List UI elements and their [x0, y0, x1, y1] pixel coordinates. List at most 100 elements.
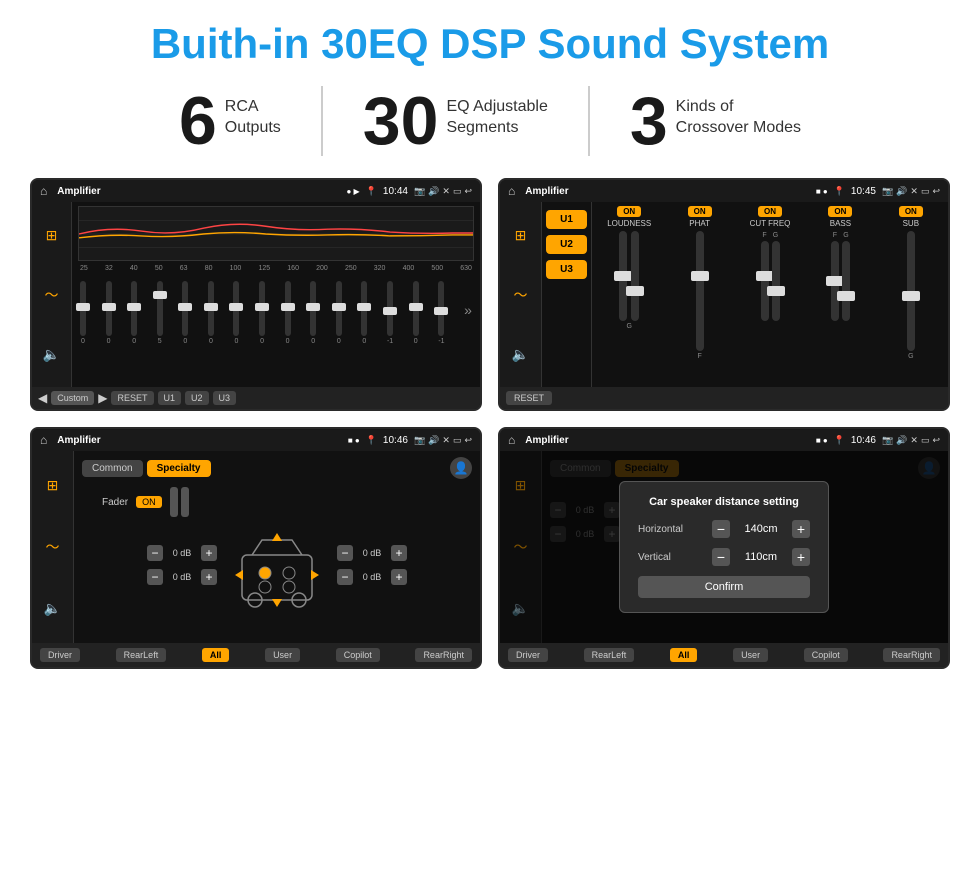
- stat-eq: 30 EQ Adjustable Segments: [323, 87, 588, 155]
- amp-back-icon[interactable]: ↩: [932, 186, 940, 197]
- eq-slider-2: 0: [131, 281, 137, 345]
- cutfreq-on-button[interactable]: ON: [758, 206, 782, 217]
- right-front-val: 0 dB: [357, 548, 387, 558]
- amp-channel-loudness: ON LOUDNESS G: [596, 206, 662, 383]
- eq-expand: »: [464, 302, 472, 318]
- amp-window-icon: ▭: [921, 186, 930, 197]
- eq-freq-labels: 25 32 40 50 63 80 100 125 160 200 250 32…: [78, 265, 474, 272]
- amp-bottom-bar: RESET: [500, 387, 948, 409]
- dist-rearleft-button[interactable]: RearLeft: [584, 648, 635, 662]
- eq-u1-button[interactable]: U1: [158, 391, 182, 405]
- close-icon: ✕: [442, 186, 450, 197]
- home-icon[interactable]: ⌂: [40, 184, 47, 198]
- dialog-vertical-controls: − 110cm +: [712, 548, 810, 566]
- right-rear-val: 0 dB: [357, 572, 387, 582]
- loudness-on-button[interactable]: ON: [617, 206, 641, 217]
- confirm-button[interactable]: Confirm: [638, 576, 810, 598]
- dist-bottom-bar: Driver RearLeft All User Copilot RearRig…: [500, 643, 948, 667]
- dist-all-button[interactable]: All: [670, 648, 698, 662]
- sub-on-button[interactable]: ON: [899, 206, 923, 217]
- phat-on-button[interactable]: ON: [688, 206, 712, 217]
- dist-time: 10:46: [851, 435, 876, 446]
- amp-wave-icon[interactable]: 〜: [510, 281, 532, 309]
- all-button[interactable]: All: [202, 648, 230, 662]
- rearleft-button[interactable]: RearLeft: [116, 648, 167, 662]
- common-tab[interactable]: Common: [82, 460, 143, 477]
- amp-time: 10:45: [851, 186, 876, 197]
- amp-u1-preset[interactable]: U1: [546, 210, 587, 229]
- left-front-minus[interactable]: −: [147, 545, 163, 561]
- rearright-button[interactable]: RearRight: [415, 648, 472, 662]
- dist-back-icon[interactable]: ↩: [932, 435, 940, 446]
- right-front-plus[interactable]: +: [391, 545, 407, 561]
- cross-wave-icon[interactable]: 〜: [42, 533, 64, 561]
- cross-home-icon[interactable]: ⌂: [40, 433, 47, 447]
- fader-on-button[interactable]: ON: [136, 496, 162, 508]
- screenshots-grid: ⌂ Amplifier ● ▶ 📍 10:44 📷 🔊 ✕ ▭ ↩ ⊞ 〜 🔈: [30, 178, 950, 669]
- window-icon: ▭: [453, 186, 462, 197]
- bass-on-button[interactable]: ON: [828, 206, 852, 217]
- stat-eq-label2: Segments: [446, 118, 547, 139]
- dist-close-icon: ✕: [910, 435, 918, 446]
- amp-home-icon[interactable]: ⌂: [508, 184, 515, 198]
- eq-custom-button[interactable]: Custom: [51, 391, 94, 405]
- sub-label: SUB: [903, 219, 919, 228]
- dist-rearright-button[interactable]: RearRight: [883, 648, 940, 662]
- cross-sidebar: ⊞ 〜 🔈: [32, 451, 74, 643]
- amp-filter-icon[interactable]: ⊞: [511, 223, 531, 248]
- left-front-plus[interactable]: +: [201, 545, 217, 561]
- eq-slider-1: 0: [106, 281, 112, 345]
- eq-u3-button[interactable]: U3: [213, 391, 237, 405]
- vertical-plus-button[interactable]: +: [792, 548, 810, 566]
- user-button[interactable]: User: [265, 648, 300, 662]
- amplifier-screen: ⌂ Amplifier ■ ● 📍 10:45 📷 🔊 ✕ ▭ ↩ ⊞ 〜 🔈: [498, 178, 950, 411]
- driver-button[interactable]: Driver: [40, 648, 80, 662]
- amp-reset-button[interactable]: RESET: [506, 391, 552, 405]
- dialog-vertical-label: Vertical: [638, 552, 698, 563]
- stat-rca-number: 6: [179, 87, 217, 155]
- amp-speaker-icon[interactable]: 🔈: [508, 342, 533, 367]
- profile-icon[interactable]: 👤: [450, 457, 472, 479]
- right-rear-minus[interactable]: −: [337, 569, 353, 585]
- eq-speaker-icon[interactable]: 🔈: [39, 342, 64, 367]
- eq-u2-button[interactable]: U2: [185, 391, 209, 405]
- right-rear-plus[interactable]: +: [391, 569, 407, 585]
- vertical-minus-button[interactable]: −: [712, 548, 730, 566]
- camera-icon: 📷: [414, 186, 425, 197]
- dist-user-button[interactable]: User: [733, 648, 768, 662]
- eq-content-area: ⊞ 〜 🔈: [32, 202, 480, 387]
- left-rear-minus[interactable]: −: [147, 569, 163, 585]
- cross-filter-icon[interactable]: ⊞: [43, 473, 63, 498]
- distance-dialog: Car speaker distance setting Horizontal …: [619, 481, 829, 613]
- horizontal-plus-button[interactable]: +: [792, 520, 810, 538]
- left-rear-plus[interactable]: +: [201, 569, 217, 585]
- dialog-title: Car speaker distance setting: [638, 496, 810, 508]
- cross-status-icons: 📷 🔊 ✕ ▭ ↩: [414, 435, 472, 446]
- eq-slider-4: 0: [182, 281, 188, 345]
- amp-u2-preset[interactable]: U2: [546, 235, 587, 254]
- eq-play-button[interactable]: ▶: [98, 391, 107, 405]
- car-diagram-svg: [227, 525, 327, 605]
- dist-home-icon[interactable]: ⌂: [508, 433, 515, 447]
- eq-reset-button[interactable]: RESET: [111, 391, 153, 405]
- cross-speaker-icon[interactable]: 🔈: [40, 596, 65, 621]
- cross-close-icon: ✕: [442, 435, 450, 446]
- eq-wave-icon[interactable]: 〜: [41, 281, 63, 309]
- dist-copilot-button[interactable]: Copilot: [804, 648, 848, 662]
- eq-filter-icon[interactable]: ⊞: [42, 223, 62, 248]
- copilot-button[interactable]: Copilot: [336, 648, 380, 662]
- amp-u3-preset[interactable]: U3: [546, 260, 587, 279]
- crossover-screen: ⌂ Amplifier ■ ● 📍 10:46 📷 🔊 ✕ ▭ ↩ ⊞ 〜 🔈: [30, 427, 482, 669]
- back-icon[interactable]: ↩: [464, 186, 472, 197]
- right-front-minus[interactable]: −: [337, 545, 353, 561]
- dist-driver-button[interactable]: Driver: [508, 648, 548, 662]
- stat-crossover: 3 Kinds of Crossover Modes: [590, 87, 841, 155]
- cross-back-icon[interactable]: ↩: [464, 435, 472, 446]
- car-diagram: − 0 dB + − 0 dB +: [82, 525, 472, 605]
- cross-camera-icon: 📷: [414, 435, 425, 446]
- amp-camera-icon: 📷: [882, 186, 893, 197]
- eq-slider-11: 0: [361, 281, 367, 345]
- eq-prev-button[interactable]: ◀: [38, 391, 47, 405]
- specialty-tab[interactable]: Specialty: [147, 460, 211, 477]
- horizontal-minus-button[interactable]: −: [712, 520, 730, 538]
